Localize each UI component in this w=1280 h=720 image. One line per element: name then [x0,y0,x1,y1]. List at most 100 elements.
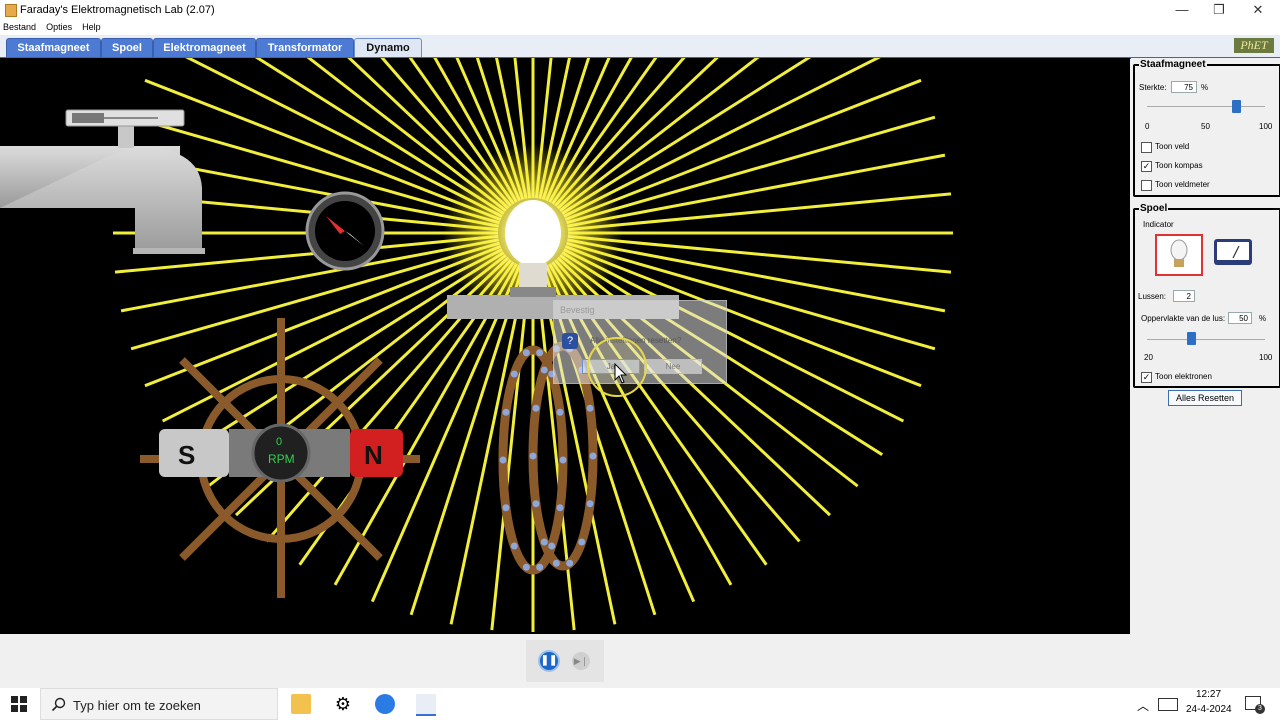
spoel-group: Spoel Indicator Lussen: 2 Oppervlakte va… [1133,203,1280,388]
sterkte-tick-0: 0 [1145,122,1150,131]
taskbar-search-box[interactable]: Typ hier om te zoeken [40,688,278,720]
window-title: Faraday's Elektromagnetisch Lab (2.07) [20,4,215,16]
toon-veldmeter-checkbox[interactable] [1141,180,1152,191]
step-button[interactable]: ▶❘ [572,652,590,670]
search-placeholder: Typ hier om te zoeken [73,698,201,713]
staafmagneet-title: Staafmagneet [1139,59,1207,70]
sterkte-percent: % [1201,83,1209,92]
electron-dot [532,500,540,508]
rpm-value: 0 [276,436,283,448]
compass[interactable] [305,191,385,271]
mouse-cursor-icon [614,363,628,384]
browser-icon[interactable] [375,694,395,714]
electron-dot [522,563,530,571]
electron-dot [510,370,518,378]
tab-spoel[interactable]: Spoel [101,38,153,57]
tray-chevron-icon[interactable]: ︿ [1137,697,1149,714]
app-icon [5,4,17,17]
sterkte-tick-100: 100 [1259,122,1273,131]
window-titlebar: Faraday's Elektromagnetisch Lab (2.07) —… [0,0,1280,20]
clock-date[interactable]: 24-4-2024 [1186,704,1232,715]
sterkte-input[interactable]: 75 [1171,81,1197,93]
clock-time[interactable]: 12:27 [1196,689,1221,700]
settings-gear-icon[interactable]: ⚙ [333,694,353,714]
light-ray [566,115,936,225]
area-label: Oppervlakte van de lus: [1141,314,1226,323]
light-ray [567,192,952,232]
area-slider-track[interactable] [1147,339,1265,340]
electron-dot [566,559,574,567]
sterkte-slider-track[interactable] [1147,106,1265,107]
lussen-label: Lussen: [1138,292,1167,301]
lussen-spinner[interactable]: 2 [1173,290,1195,302]
electron-dot [586,500,594,508]
toon-veld-label: Toon veld [1155,142,1190,151]
electron-dot [529,452,537,460]
tab-elektromagneet[interactable]: Elektromagneet [153,38,256,57]
toon-veld-checkbox[interactable] [1141,142,1152,153]
restore-button[interactable]: ❐ [1199,0,1239,20]
java-app-icon[interactable] [416,694,436,716]
electron-dot [559,456,567,464]
magnet-n-label: N [364,440,383,470]
tab-dynamo[interactable]: Dynamo [354,38,422,57]
electron-dot [556,408,564,416]
rpm-unit: RPM [268,452,295,466]
indicator-label: Indicator [1143,220,1174,229]
tab-transformator[interactable]: Transformator [256,38,354,57]
indicator-bulb-option[interactable] [1155,234,1203,276]
electron-dot [502,408,510,416]
playback-controls: ❚❚ ▶❘ [526,640,604,682]
staafmagneet-group: Staafmagneet Sterkte: 75 % 0 50 100 Toon… [1133,59,1280,197]
light-ray [567,234,952,274]
keyboard-icon[interactable] [1158,698,1178,711]
area-percent: % [1259,314,1267,323]
electron-dot [552,559,560,567]
menu-help[interactable]: Help [82,20,101,35]
question-icon: ? [562,333,578,349]
electron-dot [548,542,556,550]
menu-opties[interactable]: Opties [46,20,72,35]
tab-bar: Staafmagneet Spoel Elektromagneet Transf… [0,35,1280,59]
menu-bestand[interactable]: Bestand [3,20,36,35]
light-ray [130,241,500,351]
sterkte-tick-50: 50 [1201,122,1210,131]
notification-count-badge: 3 [1255,704,1265,714]
voltmeter-icon [1214,239,1252,265]
electron-dot [586,404,594,412]
pause-button[interactable]: ❚❚ [538,650,560,672]
electron-dot [578,538,586,546]
electron-dot [499,456,507,464]
sterkte-slider-thumb[interactable] [1231,100,1241,113]
playback-bar: ❚❚ ▶❘ [0,634,1280,688]
toon-elektronen-label: Toon elektronen [1155,372,1212,381]
electron-dot [522,349,530,357]
phet-logo: PhET [1234,38,1274,53]
taskbar: Typ hier om te zoeken ⚙ ︿ 12:27 24-4-202… [0,688,1280,720]
sterkte-label: Sterkte: [1139,83,1167,92]
light-ray [567,153,946,228]
minimize-button[interactable]: — [1162,0,1202,20]
dialog-title: Bevestig [560,305,595,315]
tab-staafmagneet[interactable]: Staafmagneet [6,38,101,57]
area-input[interactable]: 50 [1228,312,1252,324]
toon-kompas-checkbox[interactable]: ✓ [1141,161,1152,172]
area-tick-max: 100 [1259,353,1273,362]
windows-start-icon[interactable] [11,696,27,712]
water-faucet[interactable] [0,109,205,254]
search-icon [51,697,66,712]
electron-dot [536,349,544,357]
electron-dot [510,542,518,550]
alles-resetten-button[interactable]: Alles Resetten [1168,390,1242,406]
indicator-voltmeter-option[interactable] [1213,238,1253,266]
file-explorer-icon[interactable] [291,694,311,714]
toon-elektronen-checkbox[interactable]: ✓ [1141,372,1152,383]
close-button[interactable]: ✕ [1238,0,1278,20]
area-slider-thumb[interactable] [1187,332,1197,345]
dialog-no-button[interactable]: Nee [644,359,702,374]
electron-dot [556,504,564,512]
bulb-icon [1170,239,1188,267]
control-panel: Staafmagneet Sterkte: 75 % 0 50 100 Toon… [1131,58,1280,634]
light-ray [182,251,505,456]
electron-dot [536,563,544,571]
